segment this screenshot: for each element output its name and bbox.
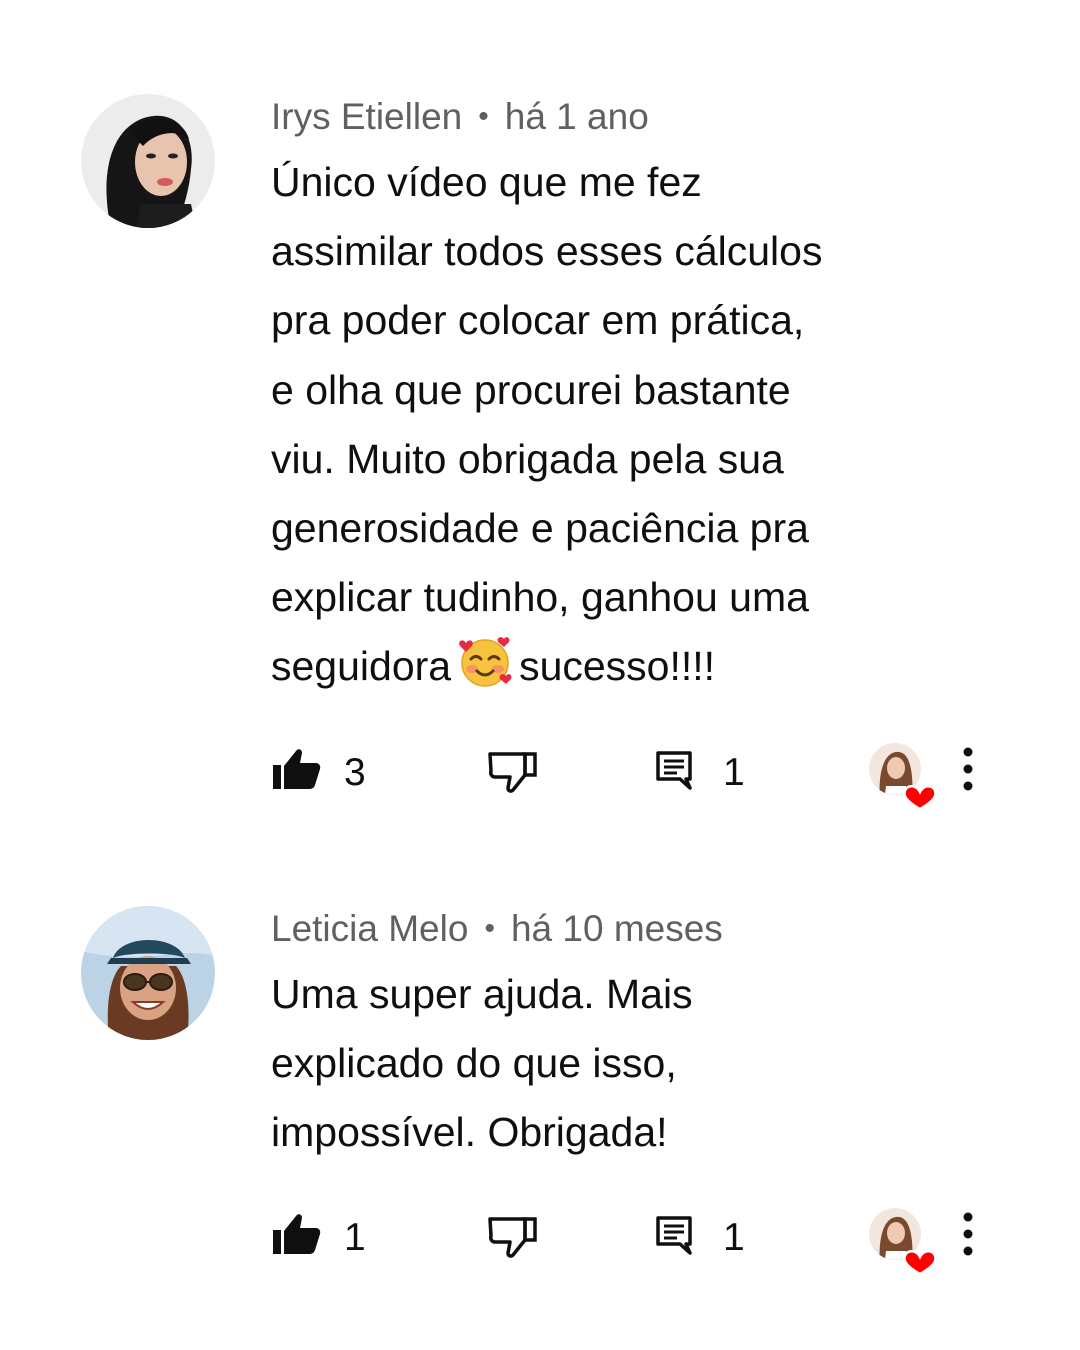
comment-time[interactable]: há 1 ano xyxy=(505,96,649,137)
thumbs-down-outline-icon[interactable] xyxy=(487,1210,539,1260)
author-name[interactable]: Irys Etiellen xyxy=(271,96,462,137)
comment-text-line: pra poder colocar em prática, xyxy=(271,297,805,344)
comment-text-line: e olha que procurei bastante xyxy=(271,366,791,413)
comment-text-line: explicado do que isso, xyxy=(271,1040,677,1087)
comment-text-fragment: sucesso!!!! xyxy=(519,643,716,690)
comment-reply-icon[interactable] xyxy=(655,1215,693,1257)
meta-separator: • xyxy=(484,912,495,945)
comment-text-line: generosidade e paciência pra xyxy=(271,505,809,552)
comment-reply-icon[interactable] xyxy=(655,750,693,792)
comment-text-line: seguidora sucesso!!!! xyxy=(271,632,971,701)
comment-text: Uma super ajuda. Mais explicado do que i… xyxy=(271,960,971,1168)
comment-actions: 3 1 xyxy=(0,740,1080,810)
comment-text-line: assimilar todos esses cálculos xyxy=(271,228,823,275)
comment-text-line: impossível. Obrigada! xyxy=(271,1109,668,1156)
smiling-face-with-hearts-icon xyxy=(459,637,512,688)
comment-meta: Leticia Melo • há 10 meses xyxy=(271,906,723,952)
thumbs-up-filled-icon[interactable] xyxy=(271,745,321,795)
reply-count[interactable]: 1 xyxy=(723,1213,745,1263)
comment-time[interactable]: há 10 meses xyxy=(511,908,723,949)
comment-meta: Irys Etiellen • há 1 ano xyxy=(271,94,649,140)
thumbs-down-outline-icon[interactable] xyxy=(487,745,539,795)
like-count: 3 xyxy=(344,751,366,794)
comment-text-line: viu. Muito obrigada pela sua xyxy=(271,435,784,482)
more-vertical-icon[interactable] xyxy=(952,1211,984,1257)
reply-count[interactable]: 1 xyxy=(723,748,745,798)
comment-text-line: Único vídeo que me fez xyxy=(271,159,702,205)
avatar[interactable] xyxy=(81,94,215,228)
like-count: 1 xyxy=(344,1216,366,1259)
comment-text-fragment: seguidora xyxy=(271,643,452,690)
thumbs-up-filled-icon[interactable] xyxy=(271,1210,321,1260)
comment-actions: 1 1 xyxy=(0,1205,1080,1275)
creator-heart-icon xyxy=(869,1208,937,1275)
avatar[interactable] xyxy=(81,906,215,1040)
comment-text-line: Uma super ajuda. Mais xyxy=(271,971,693,1017)
more-vertical-icon[interactable] xyxy=(952,746,984,792)
meta-separator: • xyxy=(478,100,489,133)
creator-heart-icon xyxy=(869,743,937,810)
comment-text-line: explicar tudinho, ganhou uma xyxy=(271,574,809,621)
comment-text: Único vídeo que me fez assimilar todos e… xyxy=(271,148,971,702)
author-name[interactable]: Leticia Melo xyxy=(271,908,468,949)
